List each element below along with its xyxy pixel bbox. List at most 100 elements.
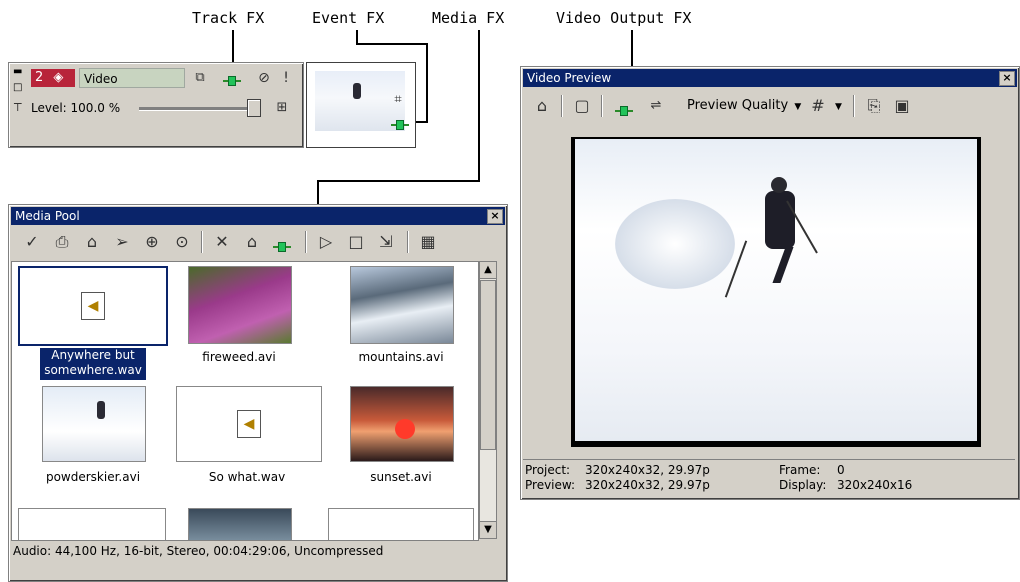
track-motion-icon[interactable]: ⧉ — [189, 67, 211, 89]
solo-icon[interactable]: ! — [275, 67, 297, 89]
minimize-track-icon[interactable]: ▬ — [13, 67, 23, 77]
media-caption-anywhere[interactable]: Anywhere but somewhere.wav — [40, 348, 146, 380]
video-preview-title: Video Preview — [527, 71, 612, 85]
mute-icon[interactable]: ⊘ — [253, 67, 275, 89]
split-screen-icon[interactable]: ⇌ — [645, 95, 667, 117]
media-thumb-fireweed[interactable] — [188, 266, 292, 344]
stop-icon[interactable]: □ — [345, 231, 367, 253]
toolbar-separator — [305, 231, 306, 253]
video-output-fx-icon — [615, 105, 633, 117]
callout-track-fx: Track FX — [192, 9, 265, 27]
media-thumb-partial[interactable] — [328, 508, 474, 540]
copy-snapshot-icon[interactable]: ⎘ — [863, 95, 885, 117]
snow-spray — [615, 199, 735, 289]
video-track-icon: ◈ — [53, 70, 64, 85]
media-caption-fireweed[interactable]: fireweed.avi — [164, 350, 314, 365]
skier-figure — [97, 401, 105, 419]
level-slider-track[interactable] — [139, 107, 249, 111]
media-thumb-anywhere[interactable]: ◀ — [18, 266, 168, 346]
media-fx-leader-h — [317, 180, 480, 182]
audio-file-icon: ◀ — [81, 292, 105, 320]
media-pool-scrollbar[interactable]: ▲ ▼ — [479, 261, 497, 539]
media-thumb-mountains[interactable] — [350, 266, 454, 344]
media-thumb-powderskier[interactable] — [42, 386, 146, 462]
extract-audio-icon[interactable]: ➢ — [111, 231, 133, 253]
media-thumb-partial[interactable] — [18, 508, 166, 540]
chevron-down-icon: ▼ — [794, 102, 802, 112]
expand-track-icon[interactable]: ⊤ — [13, 101, 23, 114]
scroll-down-icon[interactable]: ▼ — [480, 521, 496, 538]
preview-quality-dropdown[interactable]: Preview Quality ▼ — [687, 97, 801, 116]
media-caption-mountains[interactable]: mountains.avi — [326, 350, 476, 365]
scroll-thumb[interactable] — [480, 280, 496, 450]
event-pan-crop-icon[interactable]: ⌗ — [387, 89, 409, 111]
callout-video-output-fx: Video Output FX — [556, 9, 692, 27]
preview-video-frame — [575, 139, 977, 441]
media-caption-sowhat[interactable]: So what.wav — [172, 470, 322, 485]
project-value: 320x240x32, 29.97p — [585, 463, 710, 477]
media-pool-toolbar: ✓ ⎙ ⌂ ➢ ⊕ ⊙ ✕ ⌂ ▷ □ ⇲ ▦ — [11, 227, 503, 257]
level-slider-thumb[interactable] — [247, 99, 261, 117]
display-label: Display: — [779, 478, 827, 492]
video-preview-close-button[interactable]: × — [999, 71, 1015, 86]
media-caption-sunset[interactable]: sunset.avi — [326, 470, 476, 485]
media-pool-content: ◀ Anywhere but somewhere.wav fireweed.av… — [11, 261, 479, 541]
preview-value: 320x240x32, 29.97p — [585, 478, 710, 492]
import-media-icon[interactable]: ✓ — [21, 231, 43, 253]
audio-file-icon: ◀ — [237, 410, 261, 438]
views-icon[interactable]: ▦ — [417, 231, 439, 253]
video-preview-status: Project: 320x240x32, 29.97p Preview: 320… — [523, 459, 1015, 496]
callout-media-fx: Media FX — [432, 9, 505, 27]
scroll-up-icon[interactable]: ▲ — [480, 262, 496, 279]
video-event[interactable]: ⌗ — [306, 62, 416, 148]
media-fx-icon — [273, 241, 291, 253]
save-snapshot-icon[interactable]: ▣ — [891, 95, 913, 117]
search-media-icon[interactable]: ⊙ — [171, 231, 193, 253]
media-thumb-partial[interactable] — [188, 508, 292, 540]
event-fx-icon — [391, 119, 409, 131]
media-thumb-sowhat[interactable]: ◀ — [176, 386, 322, 462]
frame-label: Frame: — [779, 463, 821, 477]
media-thumb-sunset[interactable] — [350, 386, 454, 462]
media-caption-line1: Anywhere but — [51, 348, 135, 362]
track-header: ▬ □ 2 ◈ Video ⧉ ⊘ ! ⊤ Level: 100.0 % ⊞ — [8, 62, 304, 148]
track-number-badge: 2 ◈ — [31, 69, 75, 87]
event-fx-leader — [356, 30, 358, 44]
get-media-web-icon[interactable]: ⊕ — [141, 231, 163, 253]
track-number: 2 — [35, 70, 44, 85]
get-photo-icon[interactable]: ⌂ — [81, 231, 103, 253]
compositing-mode-icon[interactable]: ⊞ — [271, 97, 293, 119]
event-fx-leader-h — [356, 43, 428, 45]
media-properties-icon[interactable]: ⌂ — [241, 231, 263, 253]
skier-figure — [353, 83, 361, 99]
skier-legs — [772, 247, 834, 283]
media-pool-close-button[interactable]: × — [487, 209, 503, 224]
media-fx-button[interactable] — [273, 238, 291, 257]
media-pool-title: Media Pool — [15, 209, 80, 223]
preview-properties-icon[interactable]: ⌂ — [531, 95, 553, 117]
capture-video-icon[interactable]: ⎙ — [51, 231, 73, 253]
callout-event-fx: Event FX — [312, 9, 385, 27]
event-fx-leader-v — [426, 43, 428, 123]
toolbar-separator — [561, 95, 562, 117]
track-fx-button[interactable] — [223, 72, 241, 91]
video-output-fx-button[interactable] — [615, 102, 633, 121]
media-pool-window: Media Pool × ✓ ⎙ ⌂ ➢ ⊕ ⊙ ✕ ⌂ ▷ □ ⇲ ▦ ◀ A… — [8, 204, 508, 582]
display-value: 320x240x16 — [837, 478, 913, 492]
auto-preview-icon[interactable]: ⇲ — [375, 231, 397, 253]
frame-value: 0 — [837, 463, 845, 477]
media-pool-status: Audio: 44,100 Hz, 16-bit, Stereo, 00:04:… — [13, 544, 384, 558]
media-caption-powderskier[interactable]: powderskier.avi — [18, 470, 168, 485]
external-monitor-icon[interactable]: ▢ — [571, 95, 593, 117]
remove-media-icon[interactable]: ✕ — [211, 231, 233, 253]
video-preview-window: Video Preview × ⌂ ▢ ⇌ Preview Quality ▼ … — [520, 66, 1020, 500]
overlays-grid-icon[interactable]: # — [807, 95, 829, 117]
play-icon[interactable]: ▷ — [315, 231, 337, 253]
chevron-down-icon[interactable]: ▼ — [835, 102, 842, 112]
restore-track-icon[interactable]: □ — [13, 83, 23, 93]
toolbar-separator — [601, 95, 602, 117]
preview-frame-border — [571, 137, 981, 447]
preview-label: Preview: — [525, 478, 576, 492]
event-fx-button[interactable] — [391, 116, 409, 135]
track-name-field[interactable]: Video — [79, 68, 185, 88]
